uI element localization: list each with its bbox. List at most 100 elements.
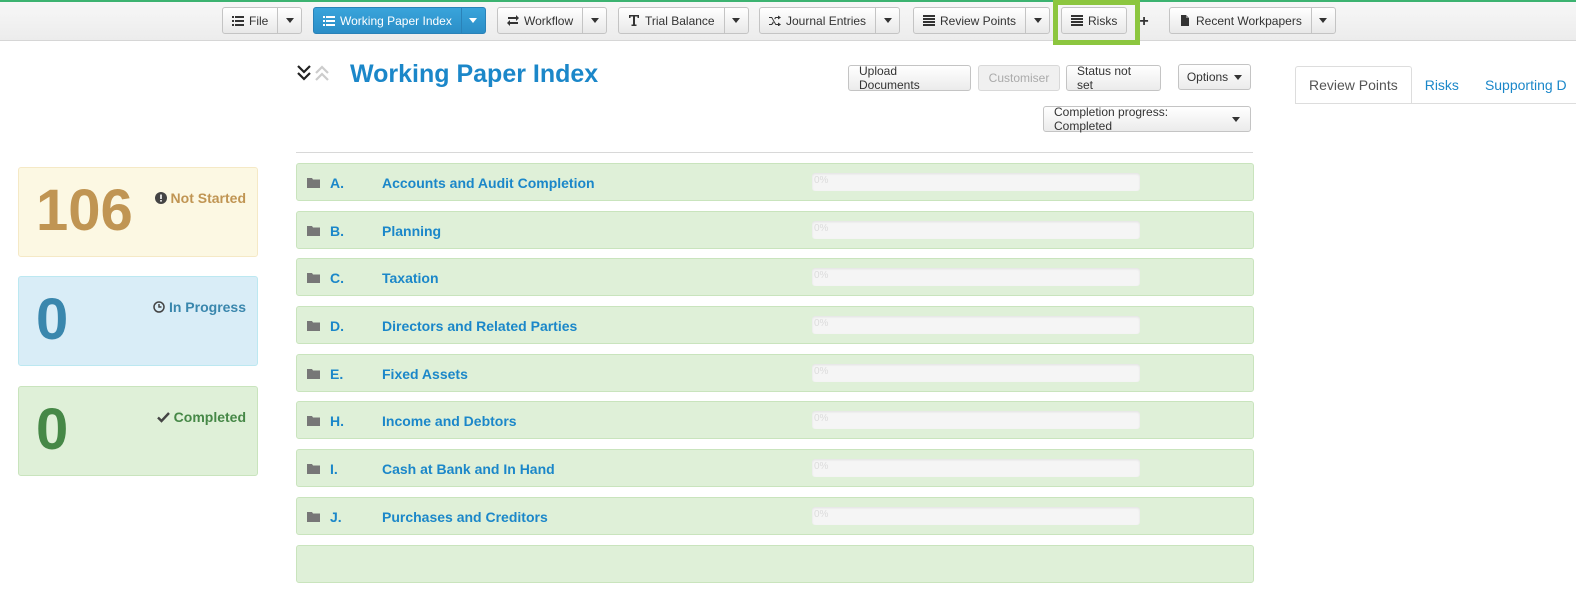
folder-icon <box>307 464 320 475</box>
section-progress-bar: 0% <box>812 363 1140 382</box>
page-title: Working Paper Index <box>350 60 599 88</box>
file-button-group: File <box>222 7 303 34</box>
add-tab-button[interactable]: + <box>1133 9 1155 34</box>
section-name-link[interactable]: Cash at Bank and In Hand <box>382 461 555 477</box>
status-button[interactable]: Status not set <box>1066 64 1161 92</box>
journal-entries-button[interactable]: Journal Entries <box>760 8 875 33</box>
progress-label: 0% <box>814 508 829 520</box>
chevron-down-icon <box>469 18 478 23</box>
file-button[interactable]: File <box>223 8 277 33</box>
section-row[interactable]: A. Accounts and Audit Completion 0% <box>296 163 1254 201</box>
working-paper-index-dropdown-toggle[interactable] <box>460 8 485 33</box>
section-name-link[interactable]: Accounts and Audit Completion <box>382 175 595 191</box>
section-name-link[interactable]: Planning <box>382 223 441 239</box>
exclamation-circle-icon <box>154 192 167 204</box>
chevron-down-icon <box>1033 18 1042 23</box>
completed-count: 0 <box>36 397 69 462</box>
completed-stat[interactable]: 0 Completed <box>18 386 258 476</box>
progress-label: 0% <box>814 222 829 234</box>
workflow-button[interactable]: Workflow <box>498 8 582 33</box>
chevron-down-icon <box>1319 18 1328 23</box>
main-toolbar: File Working Paper Index Workflow Trial … <box>0 2 1576 41</box>
review-points-dropdown-toggle[interactable] <box>1025 8 1049 33</box>
progress-label: 0% <box>814 365 829 377</box>
section-name-link[interactable]: Taxation <box>382 270 439 286</box>
file-dropdown-toggle[interactable] <box>277 8 301 33</box>
collapse-controls <box>296 64 330 82</box>
section-name-link[interactable]: Purchases and Creditors <box>382 509 548 525</box>
section-row[interactable]: H. Income and Debtors 0% <box>296 401 1254 440</box>
review-points-button[interactable]: Review Points <box>914 8 1025 33</box>
tab-supporting-documents[interactable]: Supporting D <box>1472 66 1576 104</box>
chevron-down-icon <box>883 18 892 23</box>
chevron-down-icon <box>1234 74 1243 80</box>
list-icon <box>323 16 335 26</box>
chevron-down-icon <box>732 18 741 23</box>
review-points-button-group: Review Points <box>913 7 1051 34</box>
section-row[interactable]: C. Taxation 0% <box>296 258 1254 297</box>
working-paper-index-button[interactable]: Working Paper Index <box>314 8 461 33</box>
section-row[interactable]: B. Planning 0% <box>296 210 1254 249</box>
file-button-label: File <box>249 13 269 28</box>
completion-progress-dropdown[interactable]: Completion progress: Completed <box>1043 105 1251 133</box>
progress-label: 0% <box>814 270 829 282</box>
double-chevron-up-icon[interactable] <box>314 64 330 82</box>
section-row[interactable]: I. Cash at Bank and In Hand 0% <box>296 449 1254 488</box>
section-code: I. <box>330 461 338 478</box>
recent-workpapers-dropdown-toggle[interactable] <box>1310 8 1335 33</box>
trial-balance-dropdown-toggle[interactable] <box>723 8 748 33</box>
folder-icon <box>307 368 320 379</box>
header-divider <box>296 152 1253 153</box>
section-row[interactable]: D. Directors and Related Parties 0% <box>296 306 1254 345</box>
progress-label: 0% <box>814 175 829 186</box>
journal-entries-dropdown-toggle[interactable] <box>875 8 899 33</box>
section-name-link[interactable]: Directors and Related Parties <box>382 318 577 334</box>
section-progress-bar: 0% <box>812 506 1140 525</box>
file-icon <box>1181 15 1189 26</box>
tab-review-points[interactable]: Review Points <box>1295 66 1412 104</box>
in-progress-label-group: In Progress <box>153 299 246 315</box>
double-chevron-down-icon[interactable] <box>296 64 312 82</box>
section-code: H. <box>330 413 344 430</box>
journal-entries-label: Journal Entries <box>786 13 867 28</box>
list-lines-icon <box>1071 15 1083 26</box>
risks-button-label: Risks <box>1088 13 1118 28</box>
risks-button[interactable]: Risks <box>1061 7 1128 34</box>
not-started-stat[interactable]: 106 Not Started <box>18 167 258 257</box>
journal-entries-button-group: Journal Entries <box>759 7 901 34</box>
section-row[interactable]: J. Purchases and Creditors 0% <box>296 496 1254 535</box>
section-progress-bar: 0% <box>812 220 1140 239</box>
working-paper-index-button-group: Working Paper Index <box>313 7 486 34</box>
in-progress-stat[interactable]: 0 In Progress <box>18 276 258 366</box>
completion-progress-label: Completion progress: Completed <box>1054 105 1169 133</box>
list-icon <box>232 16 244 26</box>
trial-balance-button[interactable]: Trial Balance <box>619 8 724 33</box>
working-paper-index-label: Working Paper Index <box>340 13 452 28</box>
not-started-label-group: Not Started <box>154 190 246 206</box>
section-row[interactable]: E. Fixed Assets 0% <box>296 353 1254 392</box>
not-started-label: Not Started <box>170 190 246 206</box>
section-name-link[interactable]: Income and Debtors <box>382 413 517 429</box>
section-code: J. <box>330 508 342 525</box>
section-code: E. <box>330 365 344 382</box>
tab-risks[interactable]: Risks <box>1412 66 1472 104</box>
section-list: A. Accounts and Audit Completion 0% B. P… <box>296 163 1254 592</box>
not-started-count: 106 <box>36 178 133 243</box>
progress-label: 0% <box>814 318 829 330</box>
chevron-down-icon <box>590 18 599 23</box>
section-progress-bar: 0% <box>812 268 1140 287</box>
risks-button-content: Risks <box>1062 8 1126 33</box>
completed-label: Completed <box>173 409 246 425</box>
folder-icon <box>307 416 320 427</box>
upload-documents-button[interactable]: Upload Documents <box>848 64 971 92</box>
section-name-link[interactable]: Fixed Assets <box>382 366 468 382</box>
recent-workpapers-button[interactable]: Recent Workpapers <box>1170 8 1311 33</box>
customiser-button[interactable]: Customiser <box>978 65 1060 91</box>
completed-label-group: Completed <box>156 409 246 425</box>
options-dropdown[interactable]: Options <box>1178 64 1251 90</box>
workflow-button-label: Workflow <box>524 13 574 28</box>
section-row-partial[interactable] <box>296 544 1254 583</box>
workflow-button-group: Workflow <box>497 7 608 34</box>
trial-balance-label: Trial Balance <box>645 13 715 28</box>
workflow-dropdown-toggle[interactable] <box>582 8 606 33</box>
